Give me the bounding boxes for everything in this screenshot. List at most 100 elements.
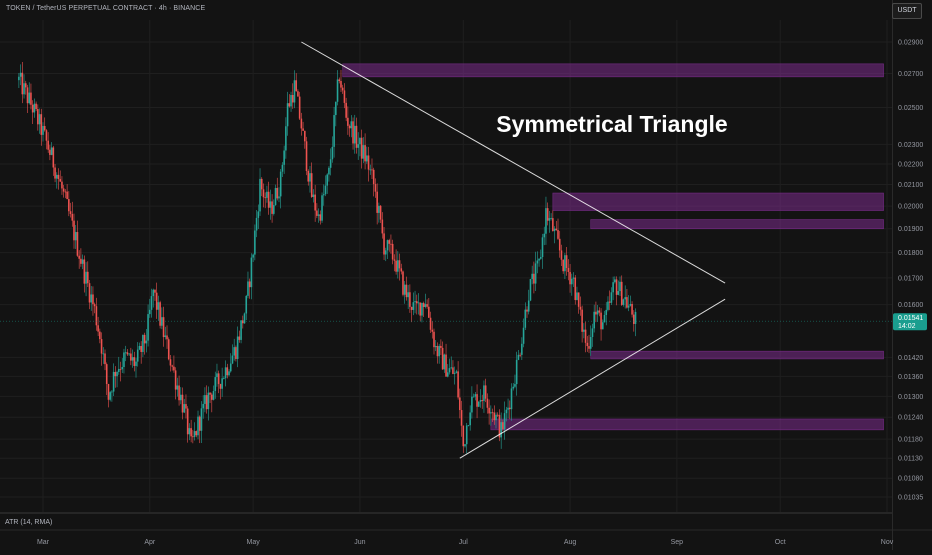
candle-body (531, 273, 533, 280)
candle-body (164, 335, 167, 338)
price-tick-label: 0.02700 (898, 71, 923, 78)
candle-body (128, 353, 130, 355)
symbol-title[interactable]: TOKEN / TetherUS PERPETUAL CONTRACT · 4h… (6, 5, 205, 12)
candle-body (24, 83, 27, 88)
candle-body (388, 240, 391, 244)
price-tick-label: 0.02100 (898, 182, 923, 189)
candle-body (579, 306, 582, 310)
candle-body (367, 155, 370, 170)
candle-body (321, 195, 323, 221)
candle-body (102, 353, 105, 355)
candle-body (286, 103, 289, 127)
candle-body (457, 371, 459, 398)
candle-body (37, 109, 39, 125)
candle-body (581, 309, 583, 332)
candle-body (610, 292, 613, 303)
candle-body (405, 284, 408, 298)
candle-body (304, 130, 306, 142)
time-tick-label: Apr (144, 539, 156, 546)
candle-body (533, 273, 535, 284)
candle-body (78, 255, 80, 259)
candle-body (620, 281, 623, 305)
candle-body (23, 83, 25, 95)
candle-body (608, 301, 611, 303)
candle-body (403, 284, 406, 295)
candlestick-chart-svg[interactable]: Symmetrical Triangle 0.02900 0.02700 0.0250… (0, 0, 932, 550)
candle-body (410, 306, 413, 310)
candle-body (548, 218, 551, 221)
candle-body (204, 395, 206, 404)
candle-body (348, 125, 351, 129)
candle-body (569, 271, 571, 285)
price-tick-label: 0.02300 (898, 142, 923, 149)
time-tick-label: Jun (354, 539, 365, 546)
candle-body (197, 416, 199, 436)
candle-body (455, 371, 458, 373)
candle-body (143, 334, 146, 344)
candle-body (397, 260, 399, 272)
candle-body (66, 191, 68, 200)
candle-body (565, 255, 568, 268)
last-price-label: 0.01541 (898, 315, 923, 322)
candle-body (347, 117, 349, 126)
candle-body (255, 217, 258, 231)
candle-body (88, 283, 91, 303)
candle-body (310, 173, 313, 197)
candle-body (409, 292, 411, 307)
candle-body (467, 425, 470, 427)
candle-body (378, 205, 380, 213)
candle-body (254, 230, 256, 255)
candle-body (64, 191, 67, 193)
candle-body (407, 292, 409, 298)
candle-body (316, 210, 318, 216)
candle-body (422, 302, 425, 307)
price-tick-label: 0.01900 (898, 226, 923, 233)
candle-body (176, 385, 179, 390)
candle-body (245, 295, 248, 314)
candle-body (614, 279, 616, 283)
candle-body (90, 294, 93, 303)
candle-body (384, 250, 387, 255)
candle-body (391, 243, 394, 260)
candle-body (452, 367, 454, 374)
candle-body (402, 271, 404, 295)
candle-body (448, 368, 451, 373)
candle-body (212, 390, 215, 400)
candle-body (524, 309, 527, 328)
candle-body (209, 392, 211, 395)
indicator-label[interactable]: ATR (14, RMA) (5, 519, 52, 526)
candle-body (193, 431, 196, 437)
candle-body (190, 428, 192, 437)
candle-body (429, 317, 432, 330)
candle-body (49, 149, 51, 155)
time-tick-label: Oct (775, 539, 786, 546)
candle-body (293, 80, 296, 103)
candle-body (248, 281, 251, 288)
time-tick-label: Nov (881, 539, 894, 546)
candle-body (333, 115, 335, 147)
candle-body (414, 301, 416, 303)
candle-body (166, 335, 168, 340)
chart[interactable]: Symmetrical Triangle 0.02900 0.02700 0.0250… (0, 0, 932, 550)
candle-body (324, 185, 327, 195)
candle-body (140, 346, 142, 352)
candle-body (178, 385, 180, 401)
candle-body (111, 391, 113, 393)
candle-body (331, 146, 334, 160)
candle-body (421, 302, 423, 316)
supply-demand-zone (590, 219, 884, 230)
candle-body (152, 289, 155, 297)
candle-body (95, 306, 98, 326)
candle-body (557, 230, 559, 239)
price-tick-label: 0.01360 (898, 374, 923, 381)
candle-body (481, 399, 484, 401)
candle-body (546, 208, 549, 221)
candle-body (124, 352, 127, 354)
candle-body (257, 211, 260, 218)
candle-body (433, 331, 435, 348)
candle-body (431, 329, 434, 332)
currency-button[interactable]: USDT (892, 3, 922, 19)
candle-body (502, 422, 504, 430)
candle-body (117, 368, 120, 372)
candle-body (183, 404, 186, 413)
